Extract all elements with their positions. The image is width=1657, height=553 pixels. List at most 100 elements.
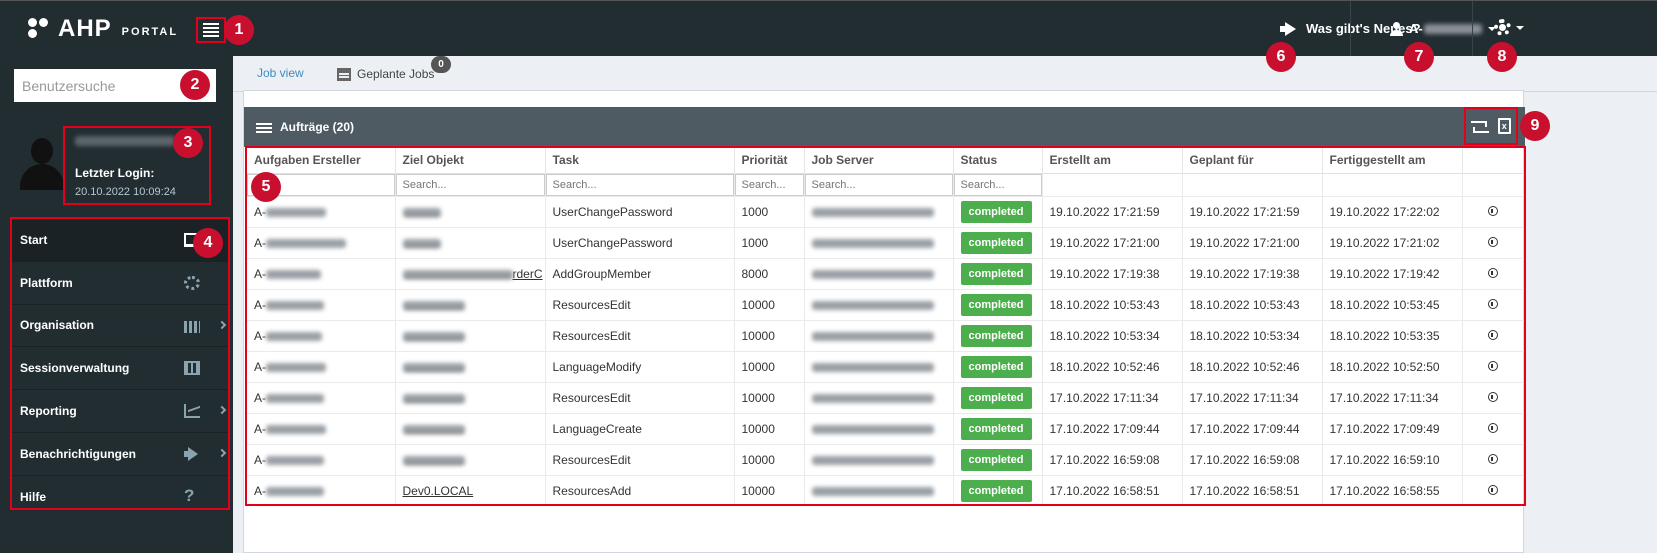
info-icon[interactable] — [1487, 360, 1498, 371]
column-header[interactable]: Status — [953, 148, 1043, 174]
status-badge: completed — [960, 200, 1032, 223]
info-icon[interactable] — [1487, 236, 1498, 247]
megaphone-icon — [1280, 22, 1298, 36]
cell-task: ResourcesEdit — [545, 444, 735, 476]
cell-planned: 17.10.2022 17:11:34 — [1182, 382, 1323, 414]
sidebar-item-plattform[interactable]: Plattform — [12, 262, 228, 305]
cell-target[interactable] — [395, 413, 546, 445]
cell-target[interactable] — [395, 444, 546, 476]
info-icon[interactable] — [1487, 484, 1498, 495]
hamburger-icon — [203, 23, 219, 37]
table-row[interactable]: A-rderC AddGroupMember 8000 completed 19.10.… — [247, 258, 1524, 290]
sidebar-item-label: Plattform — [20, 275, 73, 290]
cell-creator: A- — [247, 413, 396, 445]
table-row[interactable]: A- ResourcesEdit 10000 completed 17.10.2022 … — [247, 382, 1524, 414]
chevron-right-icon — [217, 405, 227, 415]
tab-planned-jobs[interactable]: Geplante Jobs — [337, 56, 434, 92]
info-icon[interactable] — [1487, 391, 1498, 402]
info-icon[interactable] — [1487, 298, 1498, 309]
settings-dropdown[interactable] — [1494, 19, 1524, 36]
cell-finished: 17.10.2022 16:58:55 — [1322, 475, 1463, 504]
cell-target[interactable] — [395, 289, 546, 321]
column-header[interactable]: Ziel Objekt — [395, 148, 546, 174]
sidebar-item-sessionverwaltung[interactable]: Sessionverwaltung — [12, 347, 228, 391]
info-icon[interactable] — [1487, 453, 1498, 464]
cell-target[interactable]: Dev0.LOCAL — [395, 475, 546, 504]
table-row[interactable]: A- LanguageCreate 10000 completed 17.10.2022… — [247, 413, 1524, 445]
brand-sub: PORTAL — [121, 26, 179, 38]
building-icon — [184, 320, 200, 333]
sidebar-toggle-button[interactable] — [196, 17, 226, 43]
table-row[interactable]: A- UserChangePassword 1000 completed 19.10.2… — [247, 196, 1524, 228]
column-header[interactable]: Erstellt am — [1042, 148, 1183, 174]
info-icon[interactable] — [1487, 422, 1498, 433]
user-icon — [1390, 21, 1403, 36]
column-header[interactable]: Geplant für — [1182, 148, 1323, 174]
info-icon[interactable] — [1487, 205, 1498, 216]
tab-job-view[interactable]: Job view — [245, 56, 316, 92]
column-header[interactable]: Fertiggestellt am — [1322, 148, 1463, 174]
sidebar-item-label: Start — [20, 232, 48, 247]
column-header[interactable]: Job Server — [804, 148, 954, 174]
cell-priority: 10000 — [734, 475, 805, 504]
column-header[interactable]: Aufgaben Ersteller — [247, 148, 396, 174]
target-link[interactable]: Dev0.LOCAL — [403, 484, 474, 498]
info-icon[interactable] — [1487, 329, 1498, 340]
cell-target[interactable] — [395, 227, 546, 259]
panel-title-text: Aufträge (20) — [280, 120, 355, 134]
cell-actions — [1462, 289, 1524, 321]
ahp-portal-logo[interactable]: AHP PORTAL — [28, 15, 179, 42]
sidebar-item-benachrichtigungen[interactable]: Benachrichtigungen — [12, 433, 228, 476]
table-row[interactable]: A- LanguageModify 10000 completed 18.10.2022… — [247, 351, 1524, 383]
sidebar-item-hilfe[interactable]: Hilfe ? — [12, 476, 228, 519]
cell-finished: 19.10.2022 17:19:42 — [1322, 258, 1463, 290]
cell-target[interactable] — [395, 351, 546, 383]
excel-export-icon[interactable]: x — [1497, 118, 1511, 134]
user-menu-dropdown[interactable]: A- — [1390, 21, 1496, 36]
sidebar-item-organisation[interactable]: Organisation — [12, 305, 228, 348]
column-header[interactable]: Task — [545, 148, 735, 174]
column-header-actions — [1462, 148, 1524, 174]
column-header[interactable]: Priorität — [734, 148, 805, 174]
cell-created: 17.10.2022 17:09:44 — [1042, 413, 1183, 445]
cell-planned: 19.10.2022 17:19:38 — [1182, 258, 1323, 290]
cell-finished: 18.10.2022 10:53:45 — [1322, 289, 1463, 321]
info-icon[interactable] — [1487, 267, 1498, 278]
caret-down-icon — [1516, 25, 1524, 30]
cell-job-server — [804, 258, 954, 290]
table-row[interactable]: A- ResourcesEdit 10000 completed 17.10.2022 … — [247, 444, 1524, 476]
panel-header: Aufträge (20) x — [244, 107, 1525, 147]
table-row[interactable]: A- ResourcesEdit 10000 completed 18.10.2022 … — [247, 289, 1524, 321]
cell-target[interactable]: rderC — [395, 258, 546, 290]
planned-jobs-count-badge: 0 — [431, 56, 451, 73]
cell-planned: 18.10.2022 10:52:46 — [1182, 351, 1323, 383]
cell-job-server — [804, 413, 954, 445]
cell-actions — [1462, 258, 1524, 290]
filter-jobserver-input[interactable] — [804, 173, 952, 195]
cell-created: 17.10.2022 16:58:51 — [1042, 475, 1183, 504]
table-row[interactable]: A- UserChangePassword 1000 completed 19.10.2… — [247, 227, 1524, 259]
target-link[interactable]: rderC — [513, 267, 543, 281]
sidebar-item-reporting[interactable]: Reporting — [12, 390, 228, 433]
cell-created: 17.10.2022 17:11:34 — [1042, 382, 1183, 414]
cell-target[interactable] — [395, 382, 546, 414]
cell-target[interactable] — [395, 196, 546, 228]
filter-status-input[interactable] — [953, 173, 1041, 195]
table-row[interactable]: A- ResourcesEdit 10000 completed 18.10.2022 … — [247, 320, 1524, 352]
cell-priority: 1000 — [734, 196, 805, 228]
chart-icon — [184, 404, 200, 419]
sidebar-item-label: Organisation — [20, 318, 95, 333]
filter-target-input[interactable] — [395, 173, 544, 195]
filter-priority-input[interactable] — [734, 173, 803, 195]
refresh-icon[interactable] — [1471, 118, 1490, 134]
status-badge: completed — [960, 448, 1032, 471]
cell-status: completed — [953, 382, 1043, 414]
cell-task: ResourcesAdd — [545, 475, 735, 504]
cell-finished: 18.10.2022 10:53:35 — [1322, 320, 1463, 352]
table-row[interactable]: A- Dev0.LOCAL ResourcesAdd 10000 completed 17… — [247, 475, 1524, 504]
filter-task-input[interactable] — [545, 173, 733, 195]
cell-job-server — [804, 196, 954, 228]
cell-target[interactable] — [395, 320, 546, 352]
cell-actions — [1462, 444, 1524, 476]
cell-planned: 17.10.2022 17:09:44 — [1182, 413, 1323, 445]
